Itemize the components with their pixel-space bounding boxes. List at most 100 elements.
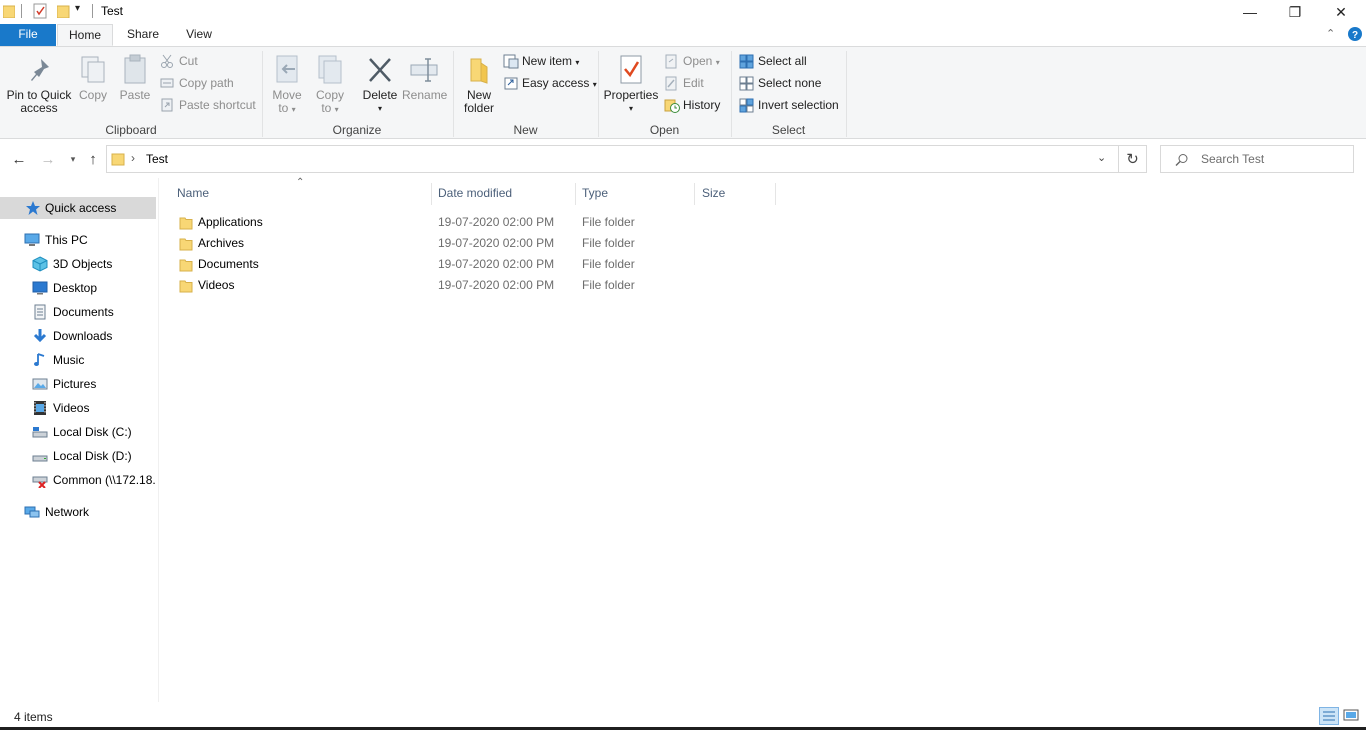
forward-arrow-icon[interactable]: → (38, 149, 58, 169)
table-row[interactable]: Documents 19-07-2020 02:00 PM File folder (175, 254, 775, 275)
search-icon (1175, 154, 1188, 166)
select-group-label: Select (771, 123, 806, 137)
column-divider[interactable] (775, 183, 776, 205)
nav-item-pictures[interactable]: Pictures (0, 373, 156, 395)
nav-item-documents[interactable]: Documents (0, 301, 156, 323)
nav-item-videos[interactable]: Videos (0, 397, 156, 419)
open-label: Open (683, 54, 713, 68)
delete-chevron-icon: ▾ (377, 104, 382, 113)
search-input[interactable]: Search Test (1160, 145, 1354, 173)
delete-button[interactable]: Delete ▾ (360, 53, 400, 115)
minimize-button[interactable]: — (1227, 0, 1273, 24)
nav-item-drive-d[interactable]: Local Disk (D:) (0, 445, 156, 467)
tab-file[interactable]: File (0, 24, 56, 46)
copy-path-button[interactable]: Copy path (160, 74, 234, 94)
nav-item-downloads[interactable]: Downloads (0, 325, 156, 347)
new-item-label: New item (522, 54, 573, 68)
copy-button[interactable]: Copy (76, 53, 110, 102)
open-button[interactable]: Open ▾ (664, 52, 720, 72)
copy-to-chevron-icon: ▾ (334, 105, 339, 114)
help-icon[interactable]: ? (1348, 27, 1362, 41)
copy-to-icon (318, 55, 342, 84)
table-row[interactable]: Videos 19-07-2020 02:00 PM File folder (175, 275, 775, 296)
select-all-icon (739, 54, 754, 69)
select-none-icon (739, 76, 754, 91)
large-icons-view-button[interactable] (1342, 707, 1362, 725)
nav-this-pc[interactable]: This PC (0, 229, 156, 251)
new-item-button[interactable]: New item ▾ (503, 52, 579, 72)
documents-icon (34, 304, 46, 320)
delete-x-icon (369, 58, 391, 82)
collapse-ribbon-chevron-icon[interactable]: ⌃ (1326, 27, 1335, 40)
column-header-date-modified[interactable]: Date modified (438, 183, 512, 203)
drive-d-icon (32, 455, 48, 462)
table-row[interactable]: Archives 19-07-2020 02:00 PM File folder (175, 233, 775, 254)
copy-to-button[interactable]: Copy to ▾ (311, 53, 349, 116)
nav-item-3d-objects[interactable]: 3D Objects (0, 253, 156, 275)
select-all-button[interactable]: Select all (739, 52, 807, 72)
folder-icon[interactable] (3, 4, 15, 18)
easy-access-chevron-icon: ▾ (592, 80, 597, 89)
paste-shortcut-button[interactable]: Paste shortcut (160, 96, 256, 116)
up-arrow-icon[interactable]: ↑ (83, 149, 103, 169)
folder-icon (179, 259, 193, 272)
nav-item-music[interactable]: Music (0, 349, 156, 371)
breadcrumb-test[interactable]: Test (146, 152, 168, 166)
table-row[interactable]: Applications 19-07-2020 02:00 PM File fold… (175, 212, 775, 233)
group-divider (846, 51, 847, 137)
file-name: Archives (198, 236, 245, 250)
breadcrumb-separator[interactable]: › (131, 151, 135, 165)
pin-to-quick-access-button[interactable]: Pin to Quick access (4, 53, 74, 115)
file-name: Applications (198, 215, 263, 229)
file-date-modified: 19-07-2020 02:00 PM (438, 278, 555, 292)
history-label: History (683, 98, 721, 112)
ribbon: Pin to Quick access Copy Paste Cut Copy … (0, 46, 1366, 139)
select-none-button[interactable]: Select none (739, 74, 821, 94)
easy-access-icon (504, 77, 518, 90)
tab-home[interactable]: Home (57, 24, 113, 46)
invert-selection-button[interactable]: Invert selection (739, 96, 839, 116)
details-view-icon (1323, 711, 1335, 721)
column-header-size[interactable]: Size (702, 183, 725, 203)
tab-view[interactable]: View (175, 24, 223, 46)
nav-item-drive-c[interactable]: Local Disk (C:) (0, 421, 156, 443)
easy-access-button[interactable]: Easy access ▾ (503, 74, 597, 94)
edit-button[interactable]: Edit (664, 74, 704, 94)
move-to-button[interactable]: Move to ▾ (268, 53, 306, 116)
large-icons-view-icon (1343, 709, 1359, 721)
edit-label: Edit (683, 76, 704, 90)
column-divider[interactable] (694, 183, 695, 205)
copy-path-icon (160, 78, 174, 88)
back-arrow-icon[interactable]: ← (9, 149, 29, 169)
new-folder-quick-icon[interactable] (57, 4, 70, 18)
column-divider[interactable] (431, 183, 432, 205)
details-view-button[interactable] (1319, 707, 1339, 725)
copy-to-label-line2: to (321, 101, 332, 115)
column-header-name[interactable]: Name (177, 183, 209, 203)
close-button[interactable]: ✕ (1318, 0, 1364, 24)
new-folder-button[interactable]: New folder (460, 53, 498, 115)
paste-button[interactable]: Paste (118, 53, 152, 102)
properties-quick-icon[interactable] (33, 3, 47, 19)
nav-item-network-drive-disconnected[interactable]: Common (\\172.18. (0, 469, 156, 491)
select-all-label: Select all (758, 54, 807, 68)
move-to-icon (276, 55, 298, 83)
refresh-button[interactable]: ↻ (1119, 145, 1147, 173)
nav-item-desktop[interactable]: Desktop (0, 277, 156, 299)
cut-button[interactable]: Cut (160, 52, 198, 72)
customize-toolbar-chevron-icon[interactable]: ▾ (75, 3, 80, 14)
column-header-type[interactable]: Type (582, 183, 608, 203)
column-divider[interactable] (575, 183, 576, 205)
address-history-chevron-icon[interactable]: ⌄ (1097, 151, 1106, 164)
maximize-button[interactable]: ❐ (1272, 0, 1318, 24)
pin-icon (31, 59, 49, 81)
tab-share[interactable]: Share (118, 24, 168, 46)
address-bar[interactable]: › Test ⌄ (106, 145, 1119, 173)
nav-network[interactable]: Network (0, 501, 156, 523)
nav-quick-access[interactable]: Quick access (0, 197, 156, 219)
history-button[interactable]: History (664, 96, 720, 116)
properties-button[interactable]: Properties ▾ (602, 53, 660, 115)
rename-button[interactable]: Rename (402, 53, 447, 102)
nav-item-label: Local Disk (C:) (53, 425, 132, 439)
recent-locations-chevron-icon[interactable]: ▾ (63, 149, 83, 169)
